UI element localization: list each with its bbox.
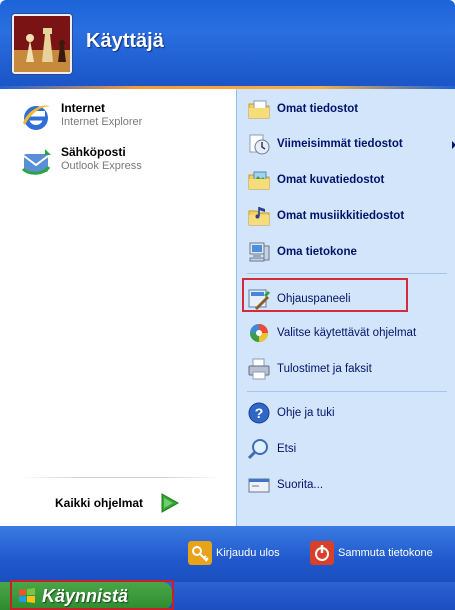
pinned-item-internet[interactable]: Internet Internet Explorer xyxy=(19,101,142,135)
search-icon xyxy=(247,439,268,460)
green-arrow-icon xyxy=(161,493,180,513)
right-separator xyxy=(247,391,447,392)
right-item-label: Omat kuvatiedostot xyxy=(277,174,385,186)
right-item-label: Etsi xyxy=(277,443,297,455)
right-item-label: Viimeisimmät tiedostot xyxy=(277,138,403,150)
right-item-my-music[interactable]: Omat musiikkitiedostot xyxy=(247,201,452,231)
right-item-my-pictures[interactable]: Omat kuvatiedostot xyxy=(247,165,452,195)
power-icon xyxy=(310,541,334,565)
logoff-button[interactable]: Kirjaudu ulos xyxy=(188,541,280,565)
right-item-label: Oma tietokone xyxy=(277,246,357,258)
help-icon: ? xyxy=(248,402,270,424)
pinned-item-subtitle: Internet Explorer xyxy=(61,116,143,128)
logoff-label: Kirjaudu ulos xyxy=(216,547,280,559)
ie-icon xyxy=(23,105,50,130)
right-item-label: Tulostimet ja faksit xyxy=(277,363,372,375)
pinned-item-email[interactable]: Sähköposti Outlook Express xyxy=(19,145,142,179)
right-item-run[interactable]: Suorita... xyxy=(247,470,452,500)
key-icon xyxy=(188,541,212,565)
user-avatar[interactable] xyxy=(12,14,72,74)
right-item-my-computer[interactable]: Oma tietokone xyxy=(247,237,452,267)
control-panel-highlight-outline xyxy=(242,278,408,312)
shutdown-label: Sammuta tietokone xyxy=(338,547,433,559)
printers-icon xyxy=(248,358,270,380)
right-separator xyxy=(247,273,447,274)
right-item-printers[interactable]: Tulostimet ja faksit xyxy=(247,354,452,384)
right-item-help[interactable]: ? Ohje ja tuki xyxy=(247,398,452,428)
my-music-icon xyxy=(248,207,270,226)
pinned-programs-panel: Internet Internet Explorer Sähköposti Ou… xyxy=(3,89,235,526)
start-menu: Käyttäjä Internet Internet Explorer Sähk… xyxy=(0,0,455,582)
pinned-item-title: Sähköposti xyxy=(61,145,126,159)
all-programs-button[interactable]: Kaikki ohjelmat xyxy=(55,491,181,515)
right-item-search[interactable]: Etsi xyxy=(247,434,452,464)
chess-picture-icon xyxy=(14,16,70,72)
my-computer-icon xyxy=(249,242,270,262)
right-item-label: Suorita... xyxy=(277,479,324,491)
right-item-label: Omat musiikkitiedostot xyxy=(277,210,405,222)
recent-documents-icon xyxy=(249,134,270,155)
user-name: Käyttäjä xyxy=(86,30,164,52)
start-button-highlight-outline xyxy=(10,580,174,610)
outlook-express-icon xyxy=(21,149,51,175)
svg-text:?: ? xyxy=(255,405,264,421)
right-item-label: Ohje ja tuki xyxy=(277,407,335,419)
right-item-label: Valitse käytettävät ohjelmat xyxy=(277,327,417,339)
start-menu-header: Käyttäjä xyxy=(0,0,455,86)
my-pictures-icon xyxy=(248,171,270,190)
set-program-access-icon xyxy=(250,324,268,342)
pinned-item-title: Internet xyxy=(61,101,106,115)
run-icon xyxy=(248,478,270,493)
all-programs-separator xyxy=(21,477,221,478)
right-item-recent-documents[interactable]: Viimeisimmät tiedostot xyxy=(247,129,455,159)
right-item-my-documents[interactable]: Omat tiedostot xyxy=(247,94,452,124)
shutdown-button[interactable]: Sammuta tietokone xyxy=(310,541,433,565)
start-menu-footer: Kirjaudu ulos Sammuta tietokone xyxy=(0,526,455,582)
my-documents-icon xyxy=(248,100,270,119)
all-programs-label: Kaikki ohjelmat xyxy=(55,496,144,510)
pinned-item-subtitle: Outlook Express xyxy=(61,160,142,172)
right-item-set-program-access[interactable]: Valitse käytettävät ohjelmat xyxy=(247,318,452,348)
right-item-label: Omat tiedostot xyxy=(277,103,359,115)
